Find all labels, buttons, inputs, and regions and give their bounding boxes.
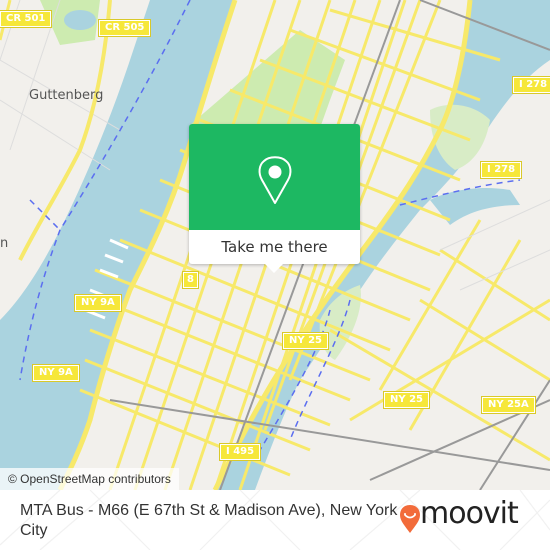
road-shield-ny25-left: NY 25	[283, 333, 329, 349]
road-shield-i278-bottom: I 278	[481, 162, 522, 178]
road-shield-ny25a: NY 25A	[482, 397, 535, 413]
popup-pointer	[264, 263, 284, 273]
footer: MTA Bus - M66 (E 67th St & Madison Ave),…	[0, 490, 550, 550]
map-attribution[interactable]: © OpenStreetMap contributors	[0, 468, 179, 490]
place-label-guttenberg: Guttenberg	[29, 88, 104, 103]
location-pin-icon	[258, 156, 292, 204]
map[interactable]: Guttenberg n CR 501 CR 505 I 278 I 278 8…	[0, 0, 550, 490]
location-popup: Take me there	[189, 124, 360, 273]
road-shield-i495: I 495	[220, 444, 261, 460]
road-shield-cr501: CR 501	[0, 11, 52, 27]
moovit-pin-icon	[400, 505, 420, 533]
stop-title: MTA Bus - M66 (E 67th St & Madison Ave),…	[20, 502, 398, 539]
road-shield-cr505: CR 505	[99, 20, 151, 36]
moovit-wordmark: moovit	[420, 496, 519, 531]
road-shield-i278-top: I 278	[513, 77, 550, 93]
place-label-partial: n	[0, 236, 9, 251]
road-shield-ny25-right: NY 25	[384, 392, 430, 408]
road-shield-ny9a-bottom: NY 9A	[33, 365, 79, 381]
pond	[64, 10, 96, 30]
road-shield-ny9a-top: NY 9A	[75, 295, 121, 311]
take-me-there-button[interactable]: Take me there	[189, 230, 360, 264]
road-shield-8: 8	[183, 272, 198, 288]
popup-header	[189, 124, 360, 230]
